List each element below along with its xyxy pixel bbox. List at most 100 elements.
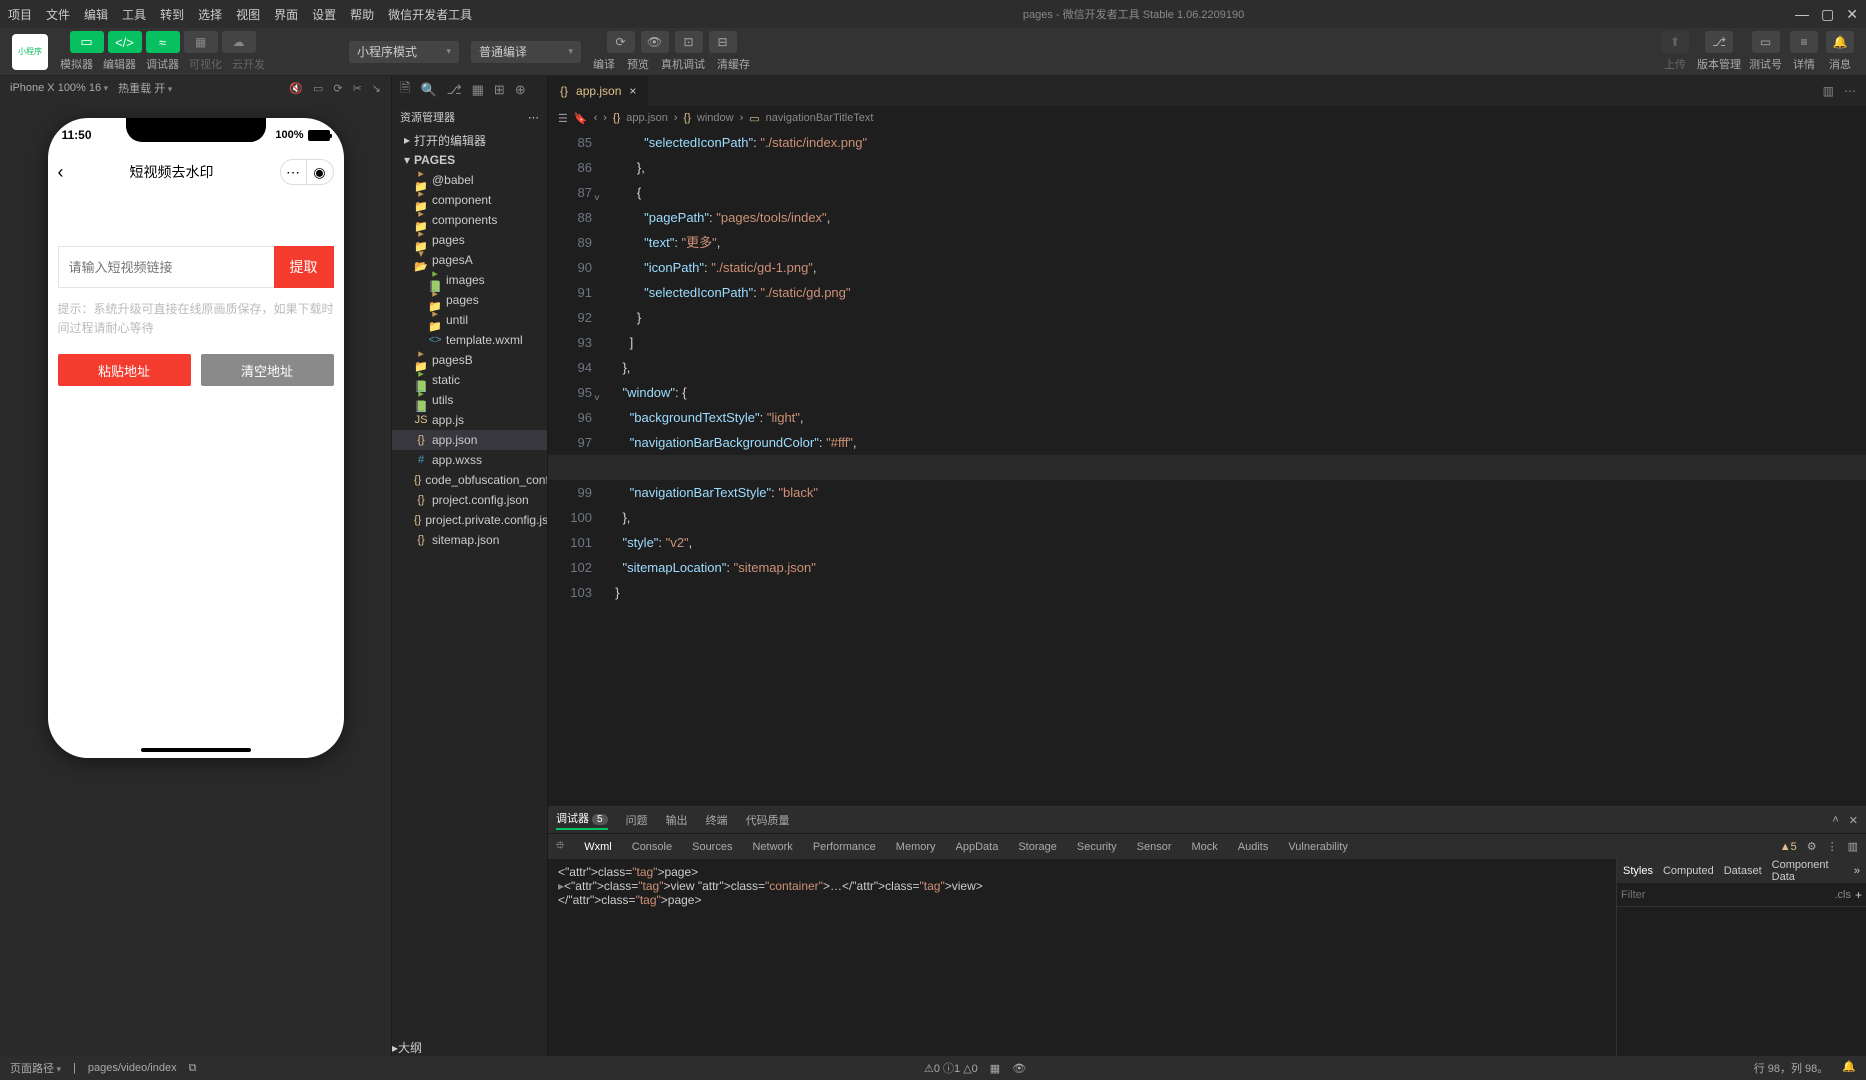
code-area[interactable]: 8586878889909192939495969798991001011021… [548,130,1866,806]
clear-button[interactable]: 清空地址 [201,354,334,386]
breadcrumb[interactable]: ☰ 🔖 ‹ › {}app.json› {}window› ▭navigatio… [548,106,1866,130]
paste-button[interactable]: 粘贴地址 [58,354,191,386]
gear-icon[interactable]: ⚙ [1807,840,1817,853]
dbg-tab-调试器[interactable]: 调试器5 [556,810,608,830]
sim-mute-icon[interactable]: 🔇 [289,82,303,95]
tree-code_obfuscation_conf...[interactable]: {}code_obfuscation_conf... [392,470,547,490]
new-rule-icon[interactable]: + [1855,888,1862,902]
menu-界面[interactable]: 界面 [274,6,298,23]
search-icon[interactable]: 🔍 [420,82,436,98]
styletab-Styles[interactable]: Styles [1623,865,1653,877]
menu-设置[interactable]: 设置 [312,6,336,23]
route-label[interactable]: 页面路径 [10,1060,61,1076]
devtab-Vulnerability[interactable]: Vulnerability [1288,841,1348,853]
dbg-up-icon[interactable]: ˄ [1832,814,1838,827]
tree-utils[interactable]: ▸ 📗utils [392,390,547,410]
status-eye-icon[interactable]: 👁 [1012,1062,1026,1075]
crumb-nav-icon[interactable]: ☰ [558,112,568,125]
menu-工具[interactable]: 工具 [122,6,146,23]
devtab-Sensor[interactable]: Sensor [1137,841,1172,853]
status-stats[interactable]: ⚠0 ⓘ1 △0 [924,1060,978,1076]
maximize-icon[interactable]: ▢ [1821,6,1834,23]
sim-rotate-icon[interactable]: ⟳ [333,82,342,95]
wxml-tree[interactable]: <"attr">class="tag">page> ▸<"attr">class… [548,859,1616,1056]
devtab-Storage[interactable]: Storage [1018,841,1057,853]
network-select[interactable]: 热重载 开 [118,80,172,96]
simulator-button[interactable]: ▭ [70,31,104,53]
devtab-Audits[interactable]: Audits [1238,841,1269,853]
outline-section[interactable]: ▸大纲 [392,1039,547,1056]
action-编译[interactable]: ⟳ [607,31,635,53]
capsule-menu-icon[interactable]: ⋯ [281,160,307,184]
toolbar-消息[interactable]: 🔔 [1826,31,1854,53]
toolbar-版本管理[interactable]: ⎇ [1705,31,1733,53]
sim-cut-icon[interactable]: ✂ [353,82,362,95]
menu-编辑[interactable]: 编辑 [84,6,108,23]
compile-select[interactable]: 普通编译 [471,41,581,63]
editor-button[interactable]: </> [108,31,142,53]
cloud-button[interactable]: ☁ [222,31,256,53]
dbg-tab-代码质量[interactable]: 代码质量 [746,812,790,828]
toolbar-测试号[interactable]: ▭ [1752,31,1780,53]
menu-选择[interactable]: 选择 [198,6,222,23]
action-清缓存[interactable]: ⊟ [709,31,737,53]
devtab-Console[interactable]: Console [632,841,672,853]
devtab-Wxml[interactable]: Wxml [584,841,612,853]
close-icon[interactable]: ✕ [1846,6,1858,23]
sim-close-icon[interactable]: ↘ [372,82,381,95]
devtab-Performance[interactable]: Performance [813,841,876,853]
dbg-tab-问题[interactable]: 问题 [626,812,648,828]
styles-filter-input[interactable] [1621,889,1830,901]
dbg-tab-输出[interactable]: 输出 [666,812,688,828]
explorer-more-icon[interactable]: ⋯ [528,111,539,124]
toolbar-上传[interactable]: ⬆ [1661,31,1689,53]
devtab-Sources[interactable]: Sources [692,841,732,853]
split-icon[interactable]: ▥ [1823,84,1834,98]
devtab-Network[interactable]: Network [752,841,792,853]
warn-badge[interactable]: ▲5 [1780,841,1797,853]
inspect-icon[interactable]: ⯐ [556,837,564,856]
capsule-close-icon[interactable]: ◉ [307,160,333,184]
crumb-fwd-icon[interactable]: › [603,112,607,124]
ext2-icon[interactable]: ⊞ [494,82,505,98]
devtab-AppData[interactable]: AppData [956,841,999,853]
mode-select[interactable]: 小程序模式 [349,41,459,63]
styletab-Component Data[interactable]: Component Data [1772,859,1844,883]
menu-帮助[interactable]: 帮助 [350,6,374,23]
styles-more-icon[interactable]: » [1854,865,1860,877]
menu-转到[interactable]: 转到 [160,6,184,23]
url-input[interactable] [58,246,274,288]
ext3-icon[interactable]: ⊕ [515,82,526,98]
menu-微信开发者工具[interactable]: 微信开发者工具 [388,6,472,23]
devtab-Security[interactable]: Security [1077,841,1117,853]
styletab-Computed[interactable]: Computed [1663,865,1714,877]
tree-project.config.json[interactable]: {}project.config.json [392,490,547,510]
tree-until[interactable]: ▸ 📁until [392,310,547,330]
tree-app.wxss[interactable]: #app.wxss [392,450,547,470]
cls-toggle[interactable]: .cls [1830,889,1855,901]
crumb-back-icon[interactable]: ‹ [594,112,598,124]
debugger-button[interactable]: ≈ [146,31,180,53]
sim-fullscreen-icon[interactable]: ▭ [313,82,323,95]
crumb-bookmark-icon[interactable]: 🔖 [574,112,588,125]
toolbar-详情[interactable]: ≡ [1790,31,1818,53]
tree-app.js[interactable]: JSapp.js [392,410,547,430]
status-bell-icon[interactable]: 🔔 [1842,1060,1856,1076]
device-select[interactable]: iPhone X 100% 16 [10,82,108,94]
menu-视图[interactable]: 视图 [236,6,260,23]
devtab-Memory[interactable]: Memory [896,841,936,853]
panel-icon[interactable]: ▥ [1848,840,1858,853]
tree-project.private.config.js...[interactable]: {}project.private.config.js... [392,510,547,530]
route-path[interactable]: pages/video/index [88,1062,177,1074]
dbg-tab-终端[interactable]: 终端 [706,812,728,828]
kebab-icon[interactable]: ⋮ [1827,840,1838,853]
git-icon[interactable]: ⎇ [447,82,462,98]
minimize-icon[interactable]: — [1795,6,1809,23]
tab-close-icon[interactable]: × [629,84,636,98]
action-真机调试[interactable]: ⊡ [675,31,703,53]
styletab-Dataset[interactable]: Dataset [1724,865,1762,877]
open-editors[interactable]: ▸打开的编辑器 [392,130,547,150]
back-icon[interactable]: ‹ [58,162,64,183]
status-ext-icon[interactable]: ▦ [990,1062,1000,1075]
more-icon[interactable]: ⋯ [1844,84,1856,98]
